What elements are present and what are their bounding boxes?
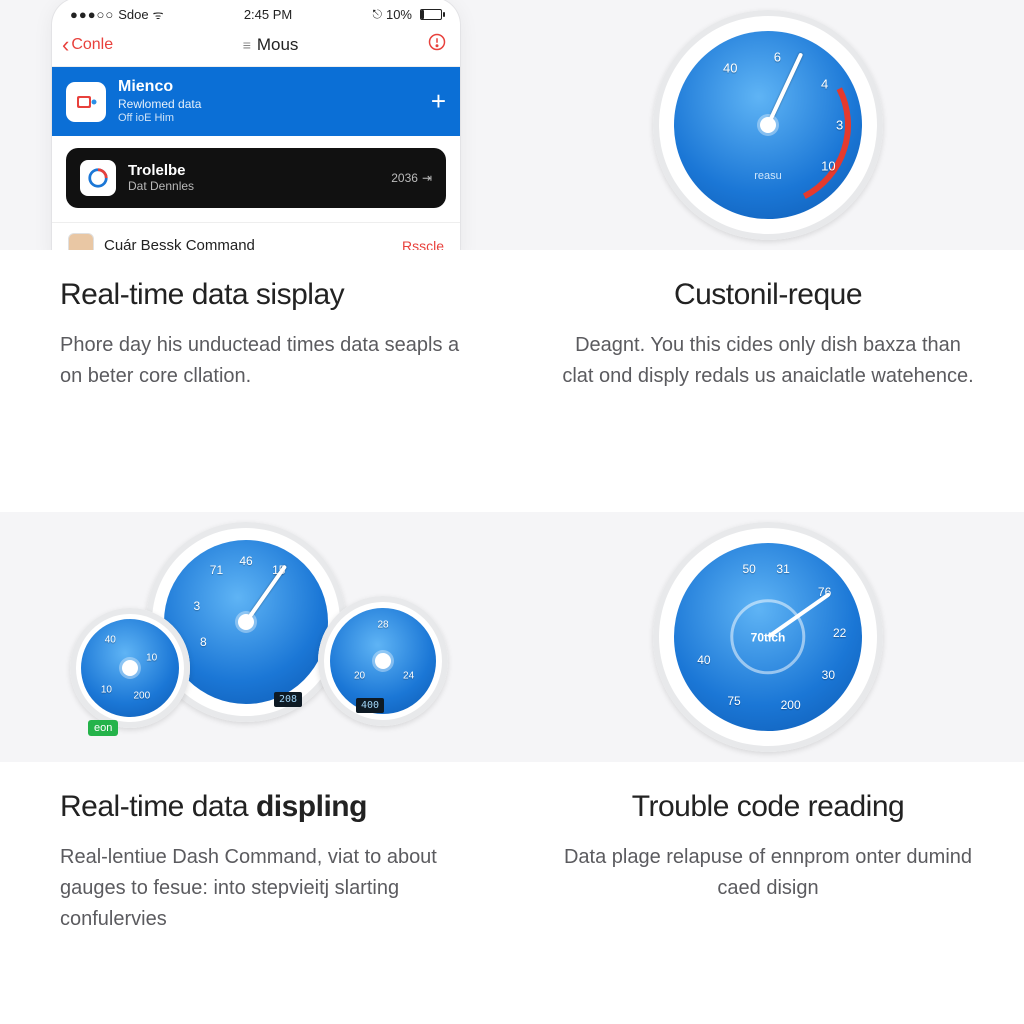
gauge-hub-icon [122, 660, 138, 676]
illustration-gauge-trouble: 50 31 76 22 30 200 75 40 70tlch [512, 512, 1024, 762]
feature-heading-0: Real-time data sisplay [60, 278, 472, 312]
feature-cell-0: ●●●○○ Sdoe ᯤ 2:45 PM ⎋ 10% ‹ Conle ≡ [0, 0, 512, 512]
back-button[interactable]: ‹ Conle [62, 36, 113, 54]
phone-navbar: ‹ Conle ≡ Mous [52, 27, 460, 67]
gl-num: 10 [146, 653, 157, 664]
g4-num: 50 [742, 562, 755, 576]
gmain-num: 8 [200, 635, 207, 649]
gauge1-num: 6 [774, 50, 781, 65]
card-trail: 2036 ⇥ [391, 171, 432, 185]
feature-heading-1: Custonil-reque [558, 278, 978, 312]
feature-body-0: Phore day his unductead times data seapl… [60, 330, 472, 392]
carrier-label: Sdoe [118, 7, 148, 22]
alert-icon[interactable] [428, 33, 446, 56]
banner-title: Mienco [118, 77, 419, 97]
gauge-needle-icon [244, 564, 287, 623]
card-title: Trolelbe [128, 162, 379, 179]
gl-num: 40 [105, 635, 116, 646]
lcd-readout: 400 [356, 698, 384, 713]
status-badge: eon [88, 720, 118, 736]
status-time: 2:45 PM [244, 7, 292, 22]
back-label: Conle [71, 36, 113, 54]
feature-heading-2: Real-time data displing [60, 790, 472, 824]
contact-name: Cuár Bessk Command [104, 237, 392, 250]
gauge1-num: 10 [821, 159, 835, 174]
gr-num: 24 [403, 670, 414, 681]
feature-heading-3: Trouble code reading [558, 790, 978, 824]
feature-cell-3: 50 31 76 22 30 200 75 40 70tlch Trouble … [512, 512, 1024, 1024]
gauge-hub-icon [238, 614, 254, 630]
contact-row[interactable]: Cuár Bessk Command Rsscle [52, 222, 460, 250]
card-icon [80, 160, 116, 196]
banner-subtitle2: Off ioE Him [118, 112, 419, 126]
feature-body-2: Real-lentiue Dash Command, viat to about… [60, 842, 472, 935]
g4-num: 30 [822, 668, 835, 682]
wifi-icon: ᯤ [153, 6, 164, 23]
illustration-gauge-cluster: 71 46 15 3 8 40 10 200 10 [0, 512, 512, 762]
banner-subtitle: Rewlomed data [118, 97, 419, 112]
gl-num: 10 [101, 684, 112, 695]
battery-icon [420, 9, 442, 20]
gauge-hub-icon [760, 117, 776, 133]
gl-num: 200 [133, 690, 150, 701]
contact-action[interactable]: Rsscle [402, 238, 444, 250]
g4-num: 200 [781, 698, 801, 712]
lcd-readout: 208 [274, 692, 302, 707]
feature-cell-2: 71 46 15 3 8 40 10 200 10 [0, 512, 512, 1024]
g4-num: 31 [776, 562, 789, 576]
dark-card[interactable]: Trolelbe Dat Dennles 2036 ⇥ [66, 148, 446, 208]
avatar [68, 233, 94, 250]
feature-body-1: Deagnt. You this cides only dish baxza t… [558, 330, 978, 392]
list-icon: ≡ [243, 37, 251, 53]
nav-title: ≡ Mous [243, 35, 299, 55]
feature-text-3: Trouble code reading Data plage relapuse… [512, 762, 1024, 904]
gauge-cluster: 71 46 15 3 8 40 10 200 10 [66, 522, 446, 752]
gmain-num: 3 [193, 599, 200, 613]
g4-num: 22 [833, 626, 846, 640]
battery-text: 10% [386, 7, 412, 22]
gauge-hub-icon [375, 653, 391, 669]
feature-text-1: Custonil-reque Deagnt. You this cides on… [512, 250, 1024, 392]
gauge1-num: 3 [836, 118, 843, 133]
nav-title-label: Mous [257, 35, 299, 55]
gauge1-num: 40 [723, 61, 737, 76]
feature-cell-1: 40 6 4 3 10 reasu Custonil-reque Deagnt.… [512, 0, 1024, 512]
g4-num: 75 [727, 694, 740, 708]
card-subtitle: Dat Dennles [128, 179, 379, 193]
gmain-num: 71 [210, 563, 223, 577]
feature-body-3: Data plage relapuse of ennprom onter dum… [558, 842, 978, 904]
sound-icon: ⇥ [422, 171, 432, 185]
gauge-1: 40 6 4 3 10 reasu [653, 10, 883, 240]
add-icon[interactable]: + [431, 86, 446, 117]
phone-statusbar: ●●●○○ Sdoe ᯤ 2:45 PM ⎋ 10% [52, 0, 460, 27]
app-icon [66, 82, 106, 122]
illustration-gauge-single: 40 6 4 3 10 reasu [512, 0, 1024, 250]
gmain-num: 46 [239, 554, 252, 568]
gauge1-label: reasu [754, 170, 782, 182]
app-banner[interactable]: Mienco Rewlomed data Off ioE Him + [52, 67, 460, 136]
feature-text-0: Real-time data sisplay Phore day his und… [0, 250, 512, 392]
gauge1-num: 4 [821, 76, 828, 91]
bluetooth-icon: ⎋ [372, 7, 382, 22]
signal-dots-icon: ●●●○○ [70, 7, 114, 22]
g4-num: 40 [697, 653, 710, 667]
feature-text-2: Real-time data displing Real-lentiue Das… [0, 762, 512, 935]
phone-mock: ●●●○○ Sdoe ᯤ 2:45 PM ⎋ 10% ‹ Conle ≡ [51, 0, 461, 250]
gauge-left: 40 10 200 10 [70, 608, 190, 728]
illustration-phone: ●●●○○ Sdoe ᯤ 2:45 PM ⎋ 10% ‹ Conle ≡ [0, 0, 512, 250]
gr-num: 20 [354, 670, 365, 681]
gauge-4: 50 31 76 22 30 200 75 40 70tlch [653, 522, 883, 752]
gr-num: 28 [377, 619, 388, 630]
